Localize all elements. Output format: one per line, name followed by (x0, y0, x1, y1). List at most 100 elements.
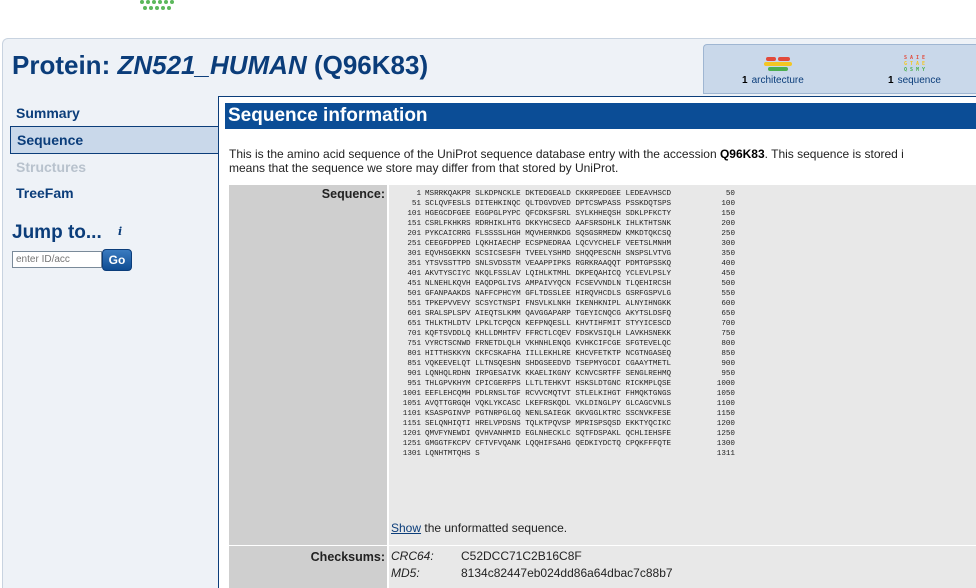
intro-line1-a: This is the amino acid sequence of the U… (229, 147, 720, 161)
sequence-row-end: 1300 (716, 440, 735, 448)
sequence-count: 1 (888, 75, 894, 86)
sequence-row: 551 TPKEPVVEVY SCSYCTNSPI FNSVLKLNKH IKEN… (391, 299, 735, 309)
sequence-row-end: 550 (721, 290, 735, 298)
sequence-row: 601 SRALSPLSPV AIEQTSLKMM QAVGGAPARP TGEY… (391, 309, 735, 319)
sequence-row-residues: THLGPVKHYM CPICGERFPS LLTLTEHKVT HSKSLDT… (425, 380, 672, 388)
sequence-row-residues: SCLQVFESLS DITEHKINQC QLTDGVDVED DPTCSWP… (425, 200, 672, 208)
checksum-row-crc64: CRC64: C52DCC71C2B16C8F (391, 549, 582, 563)
checksum-name: MD5: (391, 566, 420, 580)
sequence-row-start: 1001 (402, 390, 421, 398)
architecture-icon[interactable] (764, 57, 794, 71)
checksum-value: 8134c82447eb024dd86a64dbac7c88b7 (461, 566, 673, 580)
sequence-row-start: 1051 (402, 400, 421, 408)
protein-name: ZN521_HUMAN (117, 50, 307, 80)
sequence-row-end: 350 (721, 250, 735, 258)
site-logo[interactable] (140, 0, 180, 12)
intro-line2: means that the sequence we store may dif… (229, 161, 619, 175)
sequence-row-start: 1201 (402, 430, 421, 438)
sequence-row-end: 500 (721, 280, 735, 288)
sequence-row-end: 50 (725, 190, 735, 198)
sequence-row-residues: EEFLEHCQMH PDLRNSLTGF RCVVCMQTVT STLELKI… (425, 390, 672, 398)
sequence-row-start: 701 (407, 330, 421, 338)
sequence-row: 101 HGEGCDFGEE EGGPGLPYPC QFCDKSFSRL SYLK… (391, 209, 735, 219)
sequence-row-end: 450 (721, 270, 735, 278)
sequence-row-end: 650 (721, 310, 735, 318)
go-button[interactable]: Go (102, 249, 132, 271)
sequence-row-residues: SELQNHIQTI HRELVPDSNS TQLKTPQVSP MPRISPS… (425, 420, 672, 428)
sequence-row-start: 451 (407, 280, 421, 288)
sequence-row: 451 NLNEHLKQVH EAQDPGLIVS AMPAIVYQCN FCSE… (391, 279, 735, 289)
intro-accession: Q96K83 (719, 147, 765, 161)
sequence-row-residues: TPKEPVVEVY SCSYCTNSPI FNSVLKLNKH IKENHKN… (425, 300, 672, 308)
sequence-stat[interactable]: 1 sequence (888, 75, 941, 86)
sequence-row-end: 100 (721, 200, 735, 208)
sequence-row-end: 150 (721, 210, 735, 218)
sequence-row-residues: GMGGTFKCPV CFTVFVQANK LQQHIFSAHG QEDKIYD… (425, 440, 672, 448)
sequence-row: 751 VYRCTSCNWD FRNETDLQLH VKHNHLENQG KVHK… (391, 339, 735, 349)
sequence-row-end: 950 (721, 370, 735, 378)
sequence-icon[interactable]: S A I E G T A E Q S M Y (904, 55, 938, 73)
sequence-row-start: 351 (407, 260, 421, 268)
sequence-row-start: 801 (407, 350, 421, 358)
sequence-row-start: 751 (407, 340, 421, 348)
architecture-link[interactable]: architecture (752, 75, 804, 86)
sequence-row-start: 51 (411, 200, 421, 208)
sequence-row-end: 300 (721, 240, 735, 248)
sequence-row-end: 1100 (716, 400, 735, 408)
sequence-row: 251 CEEGFDPPED LQKHIAECHP ECSPNEDRAA LQCV… (391, 239, 735, 249)
sequence-row-end: 600 (721, 300, 735, 308)
stats-box: 1 architecture S A I E G T A E Q S M Y 1s… (703, 44, 976, 94)
sequence-row-start: 901 (407, 370, 421, 378)
sequence-row: 51 SCLQVFESLS DITEHKINQC QLTDGVDVED DPTCS… (391, 199, 735, 209)
sequence-row-end: 400 (721, 260, 735, 268)
sequence-row: 401 AKVTYSCIYC NKQLFSSLAV LQIHLKTMHL DKPE… (391, 269, 735, 279)
sequence-row-start: 951 (407, 380, 421, 388)
jump-to-input[interactable] (12, 251, 102, 268)
sequence-row-residues: GFANPAAKDS NAFFCPHCYM GFLTDSSLEE HIRQVHC… (425, 290, 672, 298)
checksum-value: C52DCC71C2B16C8F (461, 549, 582, 563)
sequence-row-end: 900 (721, 360, 735, 368)
sequence-row-residues: AVQTTGRGQH VQKLYKCASC LKEFRSKQDL VKLDING… (425, 400, 672, 408)
sequence-row-start: 1101 (402, 410, 421, 418)
sequence-row-residues: PYKCAICRRG FLSSSSLHGH MQVHERNKDG SQSGSRM… (425, 230, 672, 238)
sequence-row-residues: VQKEEVELQT LLTNSQESHN SHDGSEEDVD TSEPMYG… (425, 360, 672, 368)
sequence-row-start: 201 (407, 230, 421, 238)
sidebar-item-summary[interactable]: Summary (10, 100, 218, 126)
sequence-row: 351 YTSVSSTTPD SNLSVDSSTM VEAAPPIPKS RGRK… (391, 259, 735, 269)
architecture-stat[interactable]: 1 architecture (742, 75, 804, 86)
sequence-row-end: 1200 (716, 420, 735, 428)
sequence-row: 1201 QMVFYNEWDI QVHVANHMID EGLNHECKLC SQT… (391, 429, 735, 439)
sequence-row: 301 EQVHSGEKKN SCSICSESFH TVEELYSHMD SHQQ… (391, 249, 735, 259)
page-title: Protein: ZN521_HUMAN (Q96K83) (12, 50, 428, 81)
sequence-row-residues: MSRRKQAKPR SLKDPNCKLE DKTEDGEALD CKKRPED… (425, 190, 672, 198)
sidebar-item-treefam[interactable]: TreeFam (10, 180, 218, 206)
sequence-row-start: 151 (407, 220, 421, 228)
sequence-row-residues: KQFTSVDDLQ KHLLDMHTFV FFRCTLCQEV FDSKVSI… (425, 330, 672, 338)
sequence-row-start: 1151 (402, 420, 421, 428)
checksums-label-cell: Checksums: (229, 546, 387, 588)
show-unformatted-text: the unformatted sequence. (421, 521, 568, 535)
jump-to-heading: Jump to... (12, 222, 102, 243)
sequence-row-residues: HITTHSKKYN CKFCSKAFHA IILLEKHLRE KHCVFET… (425, 350, 672, 358)
sequence-row-end: 1150 (716, 410, 735, 418)
sequence-row-end: 200 (721, 220, 735, 228)
sequence-row-start: 251 (407, 240, 421, 248)
sequence-label-cell: Sequence: (229, 185, 387, 545)
architecture-count: 1 (742, 75, 748, 86)
sequence-row-end: 250 (721, 230, 735, 238)
sequence-row-residues: AKVTYSCIYC NKQLFSSLAV LQIHLKTMHL DKPEQAH… (425, 270, 672, 278)
sequence-link[interactable]: sequence (898, 75, 941, 86)
show-unformatted: Show the unformatted sequence. (391, 521, 567, 535)
show-unformatted-link[interactable]: Show (391, 521, 421, 535)
sequence-row-residues: EQVHSGEKKN SCSICSESFH TVEELYSHMD SHQQPES… (425, 250, 672, 258)
sequence-row-residues: CEEGFDPPED LQKHIAECHP ECSPNEDRAA LQCVYCH… (425, 240, 672, 248)
sidebar-item-sequence[interactable]: Sequence (10, 126, 218, 154)
sequence-row: 1051 AVQTTGRGQH VQKLYKCASC LKEFRSKQDL VKL… (391, 399, 735, 409)
info-icon[interactable]: i (118, 225, 132, 239)
sequence-row-start: 1301 (402, 450, 421, 458)
sidebar-nav: Summary Sequence Structures TreeFam (10, 100, 218, 206)
sequence-row: 1101 KSASPGINVP PGTNRPGLGQ NENLSAIEGK GKV… (391, 409, 735, 419)
sequence-row: 901 LQNHQLRDHN IRPGESAIVK KKAELIKGNY KCNV… (391, 369, 735, 379)
sequence-row-residues: LQNHQLRDHN IRPGESAIVK KKAELIKGNY KCNVCSR… (425, 370, 672, 378)
sequence-row-residues: QMVFYNEWDI QVHVANHMID EGLNHECKLC SQTFDSP… (425, 430, 672, 438)
